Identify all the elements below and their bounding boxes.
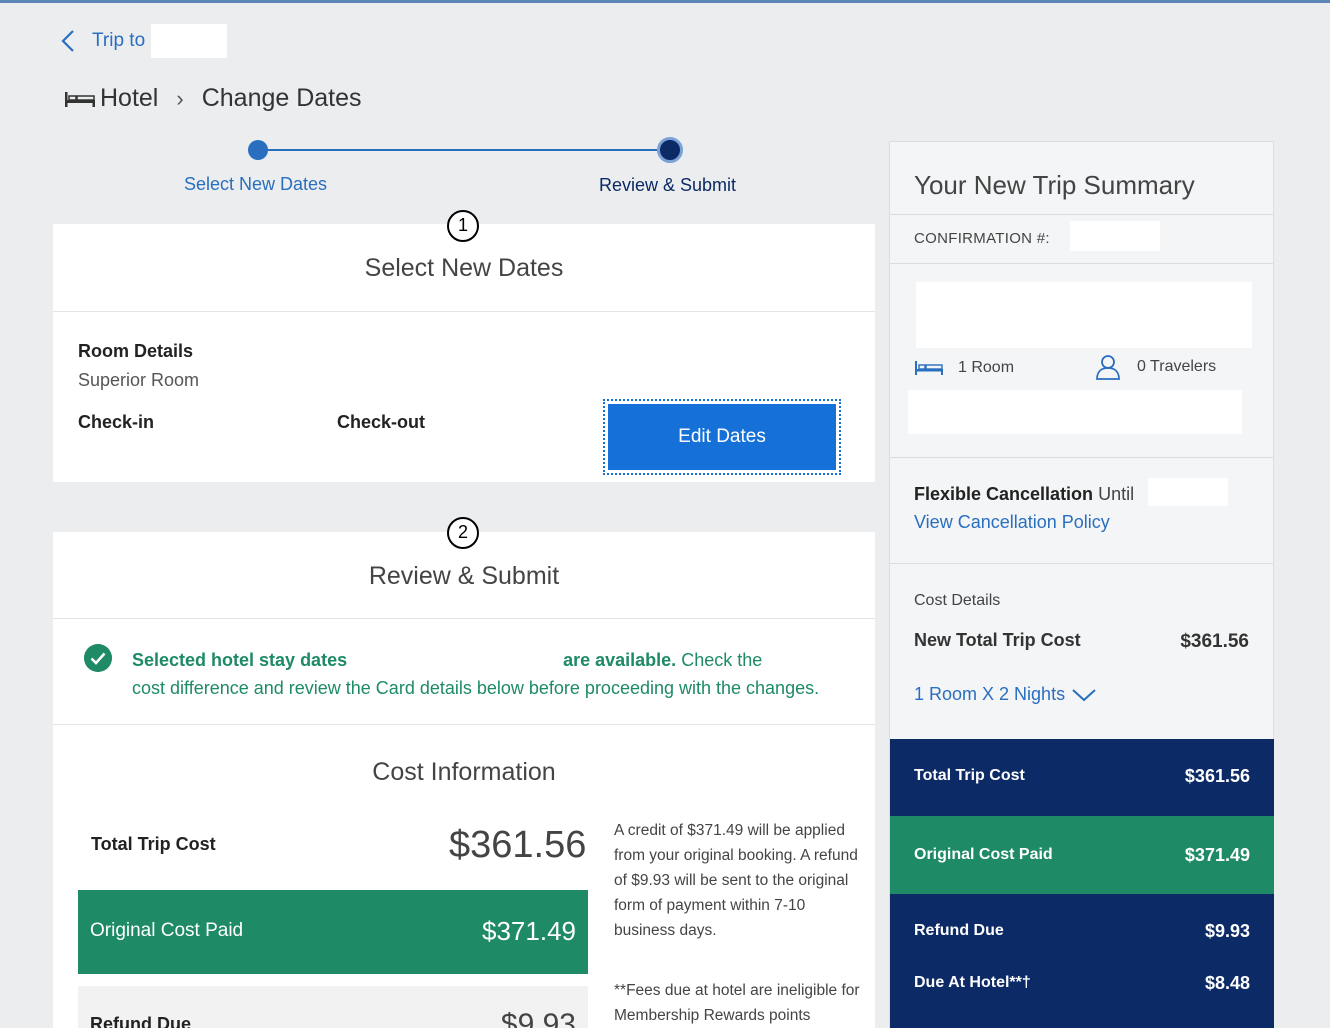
select-dates-title: Select New Dates xyxy=(364,254,564,282)
step-1-dot[interactable] xyxy=(248,140,268,160)
edit-dates-button[interactable]: Edit Dates xyxy=(603,399,841,475)
breadcrumb-hotel[interactable]: Hotel xyxy=(100,84,158,113)
divider xyxy=(53,724,875,725)
avail-bold-1: Selected hotel stay dates xyxy=(132,650,348,670)
flexible-cancellation: Flexible Cancellation Until xyxy=(914,484,1134,505)
refund-due-value: $9.93 xyxy=(500,1008,576,1028)
travelers-info: 0 Travelers xyxy=(1095,354,1216,380)
total-trip-cost-label: Total Trip Cost xyxy=(91,834,216,854)
cancellation-section xyxy=(890,458,1273,564)
top-accent-line xyxy=(0,0,1330,3)
trip-summary-panel: Your New Trip Summary CONFIRMATION #: 1 … xyxy=(889,141,1274,1028)
room-nights-toggle[interactable]: 1 Room X 2 Nights xyxy=(914,684,1097,705)
avail-text-1: Check the xyxy=(676,650,763,670)
checkin-label: Check-in xyxy=(78,412,155,432)
rooms-info: 1 Room xyxy=(914,359,1014,377)
person-icon xyxy=(1096,355,1120,380)
cost-information-title: Cost Information xyxy=(372,758,556,786)
redacted-cancellation-date xyxy=(1148,478,1228,506)
summary-refund-label: Refund Due xyxy=(914,922,1004,939)
flexible-cancellation-until: Until xyxy=(1093,484,1135,504)
summary-title: Your New Trip Summary xyxy=(914,170,1195,200)
step-2-number: 2 xyxy=(447,517,479,549)
room-nights-label: 1 Room X 2 Nights xyxy=(914,684,1066,704)
summary-total-trip-cost-row: Total Trip Cost $361.56 xyxy=(890,739,1274,816)
redacted-hotel-info xyxy=(916,282,1252,348)
summary-header: Your New Trip Summary xyxy=(890,142,1273,215)
summary-original-cost-value: $371.49 xyxy=(1184,845,1250,865)
summary-original-cost-row: Original Cost Paid $371.49 xyxy=(890,816,1274,894)
back-link-label: Trip to xyxy=(92,30,146,51)
confirmation-label: CONFIRMATION #: xyxy=(914,230,1050,247)
fees-note: **Fees due at hotel are ineligible for M… xyxy=(614,982,860,1024)
room-type: Superior Room xyxy=(78,370,200,390)
total-trip-cost-value: $361.56 xyxy=(449,824,587,866)
rooms-count: 1 Room xyxy=(958,359,1015,376)
refund-due-row: Refund Due $9.93 xyxy=(78,986,588,1028)
divider xyxy=(53,618,875,619)
step-1-label[interactable]: Select New Dates xyxy=(184,174,327,195)
summary-due-hotel-value: $8.48 xyxy=(1204,973,1250,993)
select-dates-card: Select New Dates Room Details Superior R… xyxy=(53,224,875,482)
divider xyxy=(53,311,875,312)
breadcrumb-separator: › xyxy=(176,85,184,111)
summary-refund-section: Refund Due $9.93 Due At Hotel**† $8.48 xyxy=(890,894,1274,1028)
summary-due-hotel-label: Due At Hotel**† xyxy=(914,974,1031,991)
stepper-line xyxy=(258,149,670,151)
breadcrumb: Hotel › Change Dates xyxy=(64,84,362,113)
checkout-label: Check-out xyxy=(337,412,426,432)
view-cancellation-policy-link[interactable]: View Cancellation Policy xyxy=(914,512,1110,533)
check-circle-icon xyxy=(84,644,112,672)
flexible-cancellation-label: Flexible Cancellation xyxy=(914,484,1094,504)
progress-stepper: Select New Dates Review & Submit xyxy=(150,136,790,206)
redacted-trip-name xyxy=(151,24,228,58)
original-cost-paid-value: $371.49 xyxy=(482,916,576,946)
room-details-label: Room Details xyxy=(78,341,194,361)
avail-text-2: cost difference and review the Card deta… xyxy=(132,678,820,698)
avail-bold-2: are available. xyxy=(563,650,677,670)
original-cost-paid-row: Original Cost Paid $371.49 xyxy=(78,890,588,974)
summary-total-trip-cost-value: $361.56 xyxy=(1184,766,1250,786)
chevron-down-icon xyxy=(1072,688,1096,701)
step-1-number: 1 xyxy=(447,210,479,242)
cost-details-label: Cost Details xyxy=(914,592,1001,609)
redacted-hotel-address xyxy=(908,390,1242,434)
new-total-trip-cost-value: $361.56 xyxy=(1180,631,1249,652)
back-to-trip-link[interactable]: Trip to xyxy=(58,24,228,58)
step-2-dot xyxy=(657,137,683,163)
step-2-label: Review & Submit xyxy=(599,175,737,195)
travelers-count: 0 Travelers xyxy=(1137,358,1217,375)
summary-original-cost-label: Original Cost Paid xyxy=(914,846,1053,863)
chevron-left-icon xyxy=(61,30,74,52)
credit-note: A credit of $371.49 will be applied from… xyxy=(614,822,858,939)
redacted-confirmation-number xyxy=(1070,221,1160,251)
refund-due-label: Refund Due xyxy=(90,1014,191,1028)
summary-total-trip-cost-label: Total Trip Cost xyxy=(914,767,1025,784)
bed-icon xyxy=(65,91,95,107)
new-total-trip-cost-label: New Total Trip Cost xyxy=(914,630,1081,650)
review-title: Review & Submit xyxy=(368,562,560,590)
original-cost-paid-label: Original Cost Paid xyxy=(90,920,244,941)
page-title: Change Dates xyxy=(201,84,362,112)
review-card: Review & Submit Selected hotel stay date… xyxy=(53,532,875,1028)
bed-icon xyxy=(915,361,943,375)
availability-message: Selected hotel stay dates are available. … xyxy=(132,646,852,702)
summary-refund-value: $9.93 xyxy=(1204,921,1250,941)
